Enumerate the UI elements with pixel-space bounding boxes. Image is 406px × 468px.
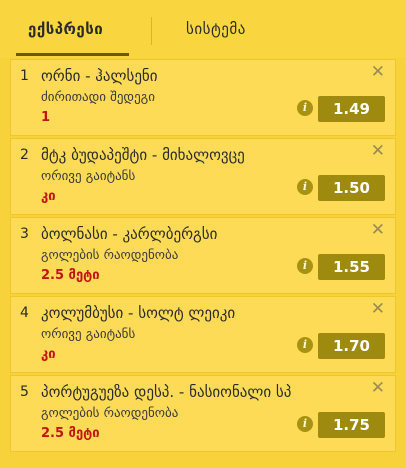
match-title: პორტუგუეზა დესპ. - ნასიონალი სპ xyxy=(41,383,292,401)
bet-card: 2 მტკ ბუდაპეშტი - მიხალოვცე ორივე გაიტან… xyxy=(10,138,396,215)
remove-bet-close-icon[interactable]: ✕ xyxy=(371,62,385,82)
odds-button[interactable]: 1.75 xyxy=(318,412,385,438)
tab-express[interactable]: ექსპრესი xyxy=(28,0,103,58)
market-name: გოლების რაოდენობა xyxy=(41,406,179,421)
odds-button[interactable]: 1.50 xyxy=(318,175,385,201)
tab-system[interactable]: სისტემა xyxy=(186,0,246,58)
bet-number: 1 xyxy=(20,68,29,84)
selected-outcome: კი xyxy=(41,189,56,204)
tab-divider xyxy=(151,17,152,45)
info-icon[interactable]: i xyxy=(297,416,313,432)
info-icon[interactable]: i xyxy=(297,100,313,116)
market-name: ორივე გაიტანს xyxy=(41,327,136,342)
info-icon[interactable]: i xyxy=(297,337,313,353)
match-title: კოლუმბუსი - სოლტ ლეიკი xyxy=(41,304,236,322)
bet-number: 2 xyxy=(20,147,29,163)
selected-outcome: 1 xyxy=(41,110,51,125)
market-name: ორივე გაიტანს xyxy=(41,169,136,184)
odds-button[interactable]: 1.70 xyxy=(318,333,385,359)
remove-bet-close-icon[interactable]: ✕ xyxy=(371,299,385,319)
bet-type-tabs: ექსპრესი სისტემა xyxy=(0,0,406,58)
bet-card: 4 კოლუმბუსი - სოლტ ლეიკი ორივე გაიტანს კ… xyxy=(10,296,396,373)
remove-bet-close-icon[interactable]: ✕ xyxy=(371,220,385,240)
match-title: მტკ ბუდაპეშტი - მიხალოვცე xyxy=(41,146,245,164)
bet-number: 3 xyxy=(20,226,29,242)
bet-card: 5 პორტუგუეზა დესპ. - ნასიონალი სპ გოლები… xyxy=(10,375,396,452)
info-icon[interactable]: i xyxy=(297,179,313,195)
bet-number: 4 xyxy=(20,305,29,321)
selected-outcome: კი xyxy=(41,347,56,362)
selected-outcome: 2.5 მეტი xyxy=(41,268,100,283)
match-title: ბოლნასი - კარლბერგსი xyxy=(41,225,218,243)
odds-button[interactable]: 1.49 xyxy=(318,96,385,122)
match-title: ორნი - ჰალსენი xyxy=(41,67,158,85)
bet-number: 5 xyxy=(20,384,29,400)
remove-bet-close-icon[interactable]: ✕ xyxy=(371,378,385,398)
market-name: ძირითადი შედეგი xyxy=(41,90,155,105)
odds-button[interactable]: 1.55 xyxy=(318,254,385,280)
market-name: გოლების რაოდენობა xyxy=(41,248,179,263)
info-icon[interactable]: i xyxy=(297,258,313,274)
selected-outcome: 2.5 მეტი xyxy=(41,426,100,441)
active-tab-indicator xyxy=(16,53,129,56)
bet-card: 1 ორნი - ჰალსენი ძირითადი შედეგი 1 ✕ i 1… xyxy=(10,59,396,136)
bet-card: 3 ბოლნასი - კარლბერგსი გოლების რაოდენობა… xyxy=(10,217,396,294)
remove-bet-close-icon[interactable]: ✕ xyxy=(371,141,385,161)
